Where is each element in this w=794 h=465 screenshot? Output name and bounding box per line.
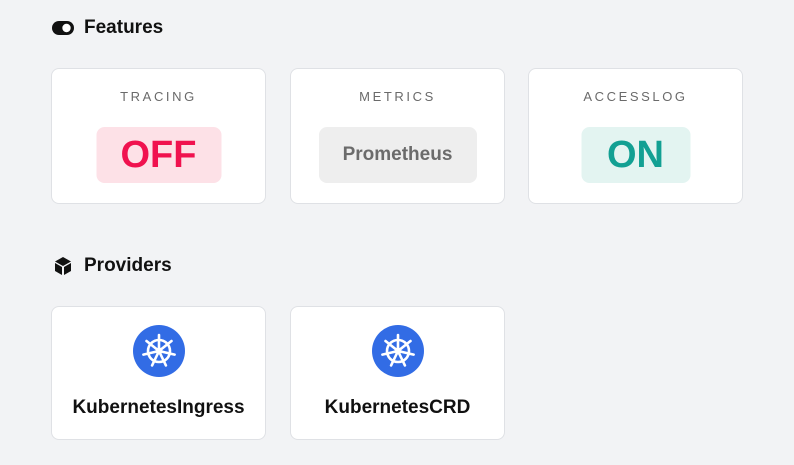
provider-card-kubernetes-ingress[interactable]: KubernetesIngress (51, 306, 266, 440)
provider-card-kubernetes-crd[interactable]: KubernetesCRD (290, 306, 505, 440)
status-badge: ON (581, 127, 690, 183)
status-badge: Prometheus (318, 127, 477, 183)
features-title: Features (84, 17, 164, 38)
feature-name: METRICS (359, 89, 436, 104)
feature-card-metrics: METRICS Prometheus (290, 68, 505, 204)
kubernetes-icon (371, 325, 424, 377)
feature-name: TRACING (120, 89, 197, 104)
features-section-title: Features (52, 17, 163, 39)
status-badge: OFF (96, 127, 221, 183)
providers-title: Providers (84, 255, 172, 276)
provider-name: KubernetesCRD (324, 397, 471, 418)
provider-name: KubernetesIngress (72, 397, 245, 418)
providers-section-title: Providers (52, 255, 172, 277)
cube-icon (52, 255, 74, 277)
feature-card-tracing: TRACING OFF (51, 68, 266, 204)
toggle-icon (52, 17, 74, 39)
kubernetes-icon (132, 325, 185, 377)
feature-name: ACCESSLOG (583, 89, 688, 104)
feature-card-accesslog: ACCESSLOG ON (528, 68, 743, 204)
